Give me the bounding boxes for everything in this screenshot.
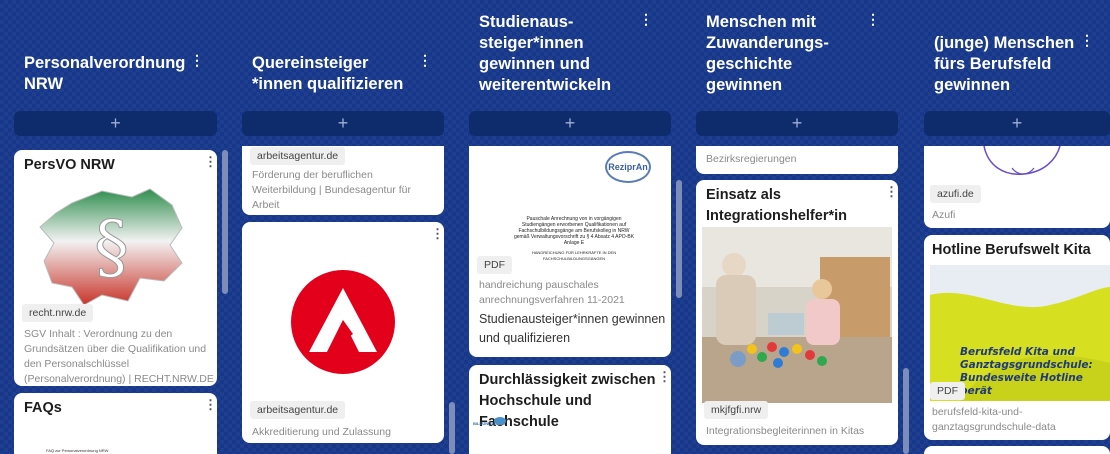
card-menu-icon[interactable]: ⋮ [204, 154, 217, 170]
source-badge: arbeitsagentur.de [250, 147, 346, 165]
column-title-line: geschichte [706, 55, 793, 73]
add-post-button[interactable]: + [242, 111, 444, 136]
column-scrollbar[interactable] [222, 150, 228, 294]
column-menu-icon[interactable]: ⋮ [866, 12, 880, 26]
source-badge: mkjfgfi.nrw [704, 401, 769, 419]
column-scrollbar[interactable] [676, 180, 682, 298]
card-title: Hotline Berufswelt Kita [932, 242, 1091, 258]
post-card[interactable]: ReziprAn Pauschale Anrechnung von in vor… [469, 146, 671, 357]
column-title-line: weiterentwickeln [479, 76, 612, 94]
column-menu-icon[interactable]: ⋮ [190, 53, 204, 67]
azufi-illustration-image [983, 146, 1061, 175]
source-badge: azufi.de [930, 185, 981, 203]
card-menu-icon[interactable]: ⋮ [658, 369, 671, 385]
column-menu-icon[interactable]: ⋮ [1080, 33, 1094, 47]
add-post-button[interactable]: + [924, 111, 1110, 136]
add-post-button[interactable]: + [469, 111, 671, 136]
column-quereinsteiger: Quereinsteiger *innen qualifizieren ⋮ + … [242, 0, 444, 454]
post-card[interactable]: Hotline Berufswelt Kita Berufsfeld Kita … [924, 235, 1110, 440]
post-card[interactable]: Bezirksregierungen [696, 146, 898, 174]
svg-text:§: § [94, 206, 129, 288]
card-body-text: Studienausteiger*innen gewinnen und qual… [479, 312, 666, 345]
kita-photo-image [702, 227, 892, 403]
card-title: FAQs [24, 400, 62, 416]
logo-swirl-icon [494, 417, 506, 425]
column-menu-icon[interactable]: ⋮ [639, 12, 653, 26]
document-preview-text: FAQ zur Personalverordnung NRW [46, 448, 109, 453]
column-scrollbar[interactable] [903, 368, 909, 454]
rezipran-logo: ReziprAn [605, 151, 651, 183]
column-junge-menschen: (junge) Menschen fürs Berufsfeld gewinne… [924, 0, 1110, 454]
card-description: handreichung pauschales anrechnungsverfa… [479, 279, 625, 306]
nrw-paragraph-map-image: § [39, 188, 183, 306]
column-title-line: gewinnen und [479, 55, 590, 73]
card-title: Einsatz als Integrationshelfer*in [706, 187, 847, 224]
card-title: PersVO NRW [24, 157, 115, 173]
source-badge: recht.nrw.de [22, 304, 94, 322]
column-title-line: fürs Berufsfeld [934, 55, 1052, 73]
source-badge: arbeitsagentur.de [250, 401, 346, 419]
post-card[interactable]: FAQs ⋮ FAQ zur Personalverordnung NRW [14, 393, 217, 454]
card-description: Bezirksregierungen [706, 153, 797, 165]
post-card[interactable]: arbeitsagentur.de Förderung der beruflic… [242, 146, 444, 215]
add-post-button[interactable]: + [696, 111, 898, 136]
add-post-button[interactable]: + [14, 111, 217, 136]
column-title-line: steiger*innen [479, 34, 584, 52]
column-title-line: Zuwanderungs- [706, 34, 829, 52]
arbeitsagentur-logo [291, 270, 395, 374]
post-card[interactable] [924, 446, 1110, 454]
column-title: Personalverordnung NRW [24, 53, 217, 95]
card-description: berufsfeld-kita-und- ganztagsgrundschule… [932, 406, 1056, 433]
card-description: SGV Inhalt : Verordnung zu den Grundsätz… [24, 328, 214, 385]
card-menu-icon[interactable]: ⋮ [204, 397, 217, 413]
file-type-badge: PDF [930, 382, 965, 400]
column-title-line: Personalverordnung [24, 54, 186, 72]
card-description: Azufi [932, 209, 956, 221]
card-description: Akkreditierung und Zulassung [252, 426, 391, 438]
column-studienaussteiger: Studienaus- steiger*innen gewinnen und w… [469, 0, 671, 454]
column-title-line: gewinnen [706, 76, 783, 94]
banner-text: Berufsfeld Kita und Ganztagsgrundschule:… [960, 346, 1093, 397]
column-title-line: *innen qualifizieren [252, 75, 404, 93]
column-title-line: Quereinsteiger [252, 54, 369, 72]
column-menu-icon[interactable]: ⋮ [418, 53, 432, 67]
column-personalverordnung: Personalverordnung NRW ⋮ + PersVO NRW ⋮ … [14, 0, 217, 454]
card-description: Förderung der beruflichen Weiterbildung … [252, 169, 411, 211]
card-description: Integrationsbegleiterinnen in Kitas [706, 425, 865, 437]
file-type-badge: PDF [477, 256, 512, 274]
column-title-line: gewinnen [934, 76, 1011, 94]
document-preview: Pauschale Anrechnung von in vorgängigen … [513, 216, 635, 261]
post-card[interactable]: PersVO NRW ⋮ § recht.nrw.de SGV Inhalt :… [14, 150, 217, 386]
post-card[interactable]: azufi.de Azufi [924, 146, 1110, 228]
card-menu-icon[interactable]: ⋮ [885, 184, 898, 200]
column-scrollbar[interactable] [449, 402, 455, 454]
column-zuwanderung: Menschen mit Zuwanderungs- geschichte ge… [696, 0, 898, 454]
column-title: Quereinsteiger *innen qualifizieren [252, 53, 444, 95]
column-title-line: NRW [24, 75, 64, 93]
post-card[interactable]: Durchlässigkeit zwischen Hochschule und … [469, 365, 671, 454]
post-card[interactable]: ⋮ arbeitsagentur.de Akkreditierung und Z… [242, 222, 444, 443]
post-card[interactable]: Einsatz als Integrationshelfer*in ⋮ mkjf… [696, 180, 898, 445]
card-title: Durchlässigkeit zwischen Hochschule und … [479, 372, 656, 430]
card-menu-icon[interactable]: ⋮ [431, 226, 444, 242]
